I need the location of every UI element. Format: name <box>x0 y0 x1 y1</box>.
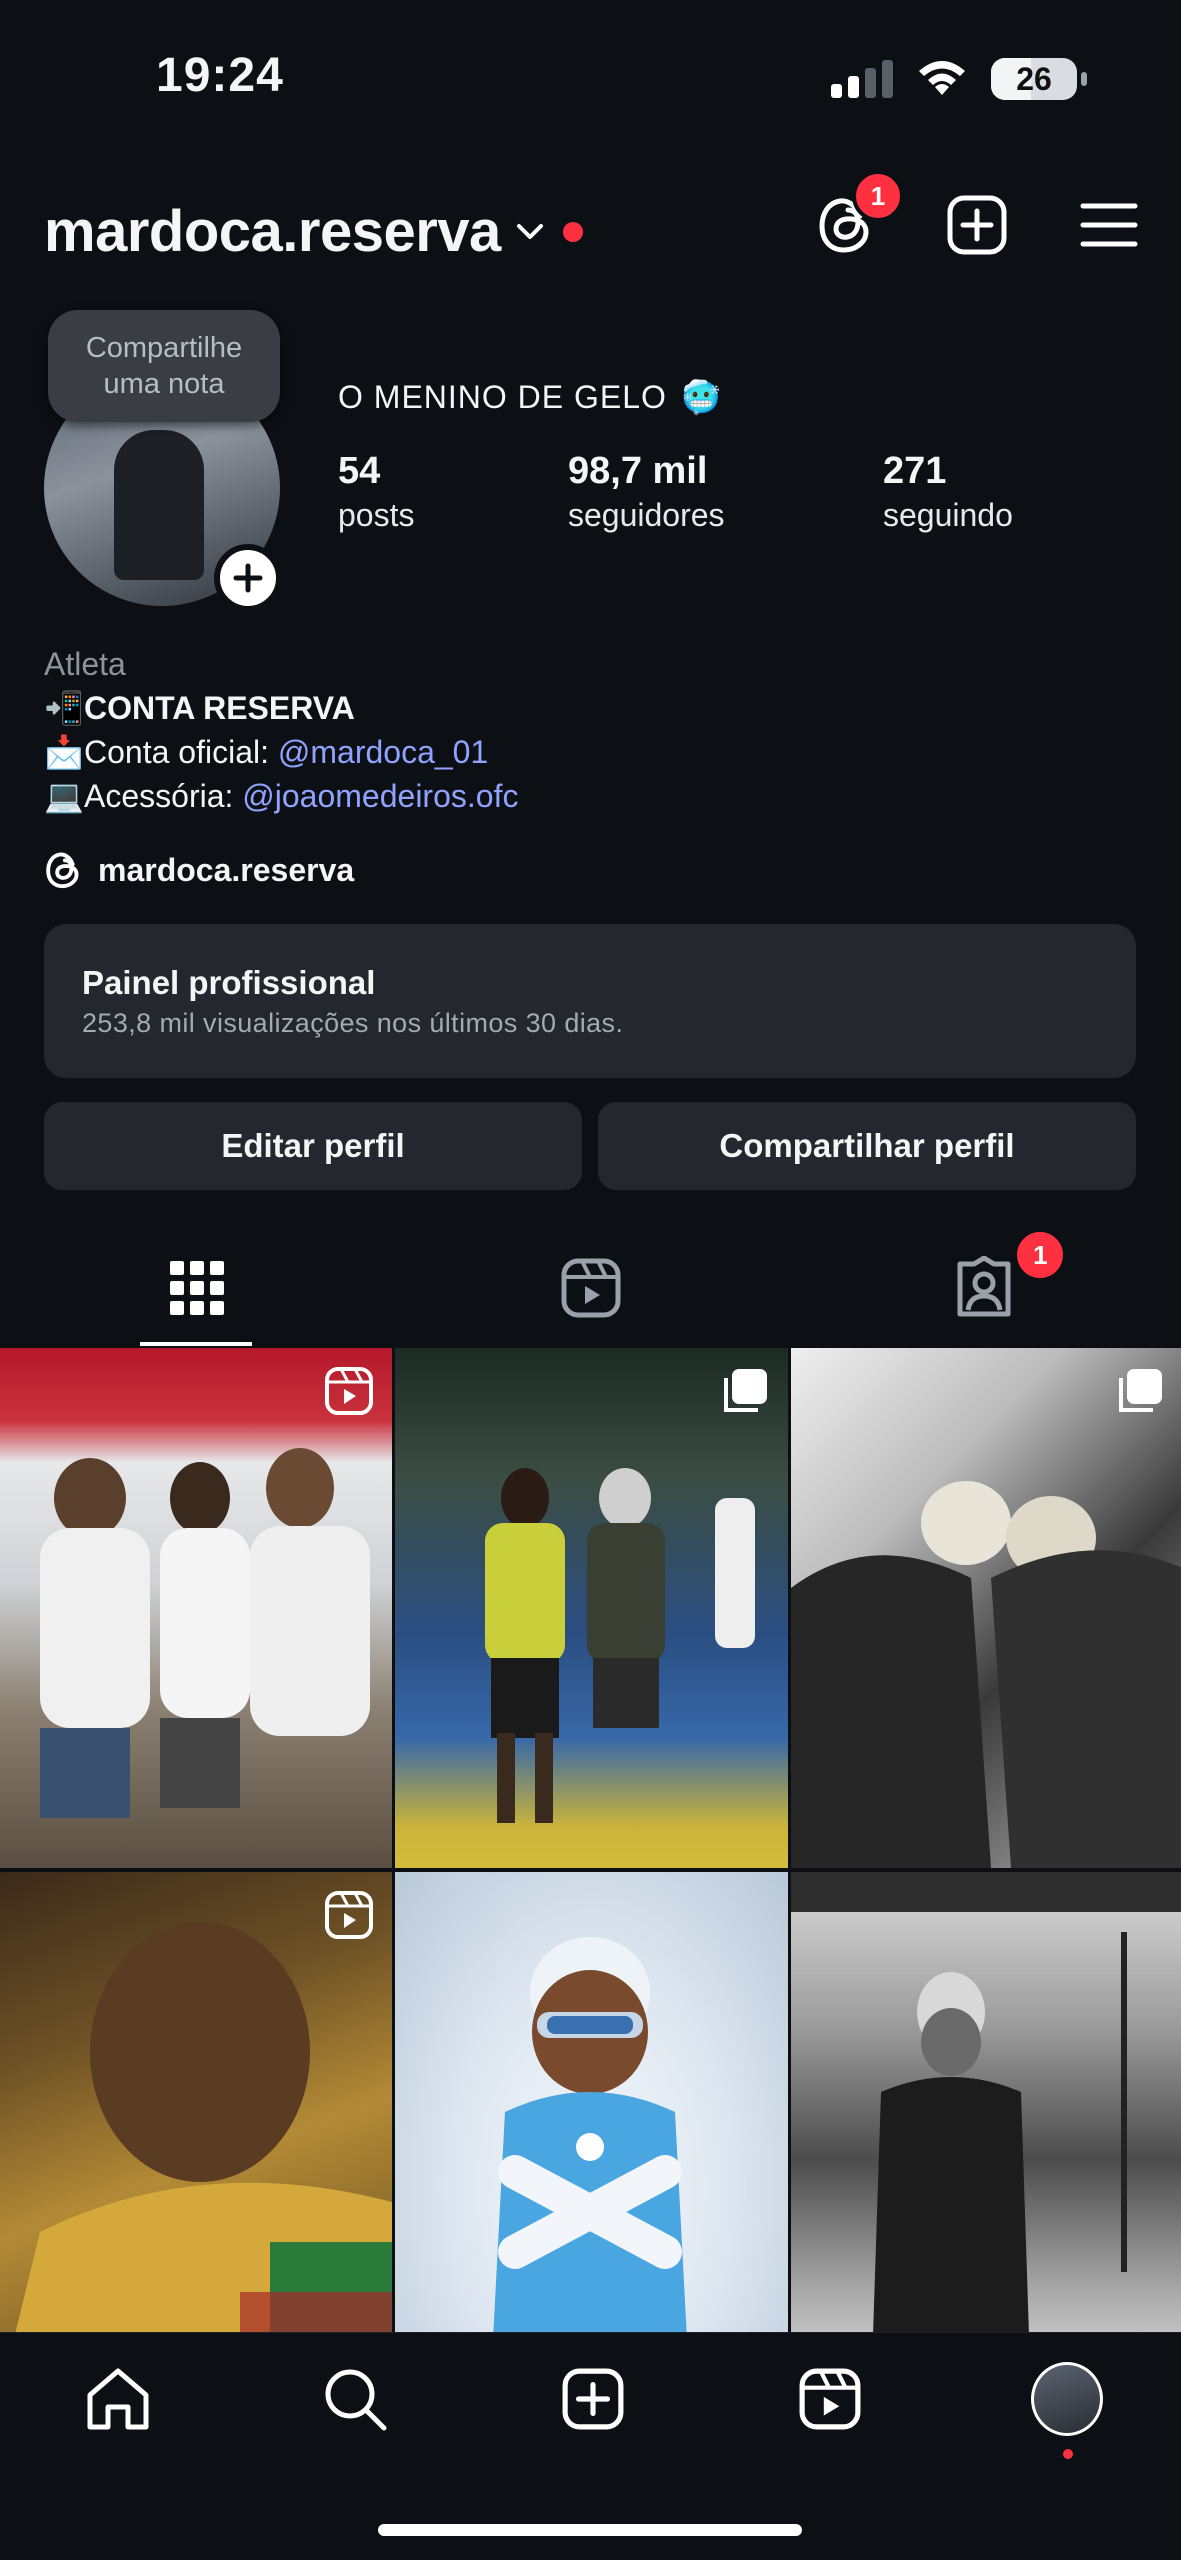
profile-name: O MENINO DE GELO 🥶 <box>338 378 722 416</box>
post-thumbnail[interactable] <box>395 1348 788 1868</box>
threads-profile-link[interactable]: mardoca.reserva <box>44 850 354 890</box>
header-actions: 1 <box>810 170 1144 260</box>
stat-label: posts <box>338 497 415 533</box>
wifi-icon <box>919 61 965 95</box>
reel-icon <box>325 1367 373 1415</box>
home-icon <box>87 2368 149 2430</box>
ice-character-illustration <box>490 1937 690 2396</box>
status-bar: 19:24 26 <box>0 0 1181 150</box>
nav-reels[interactable] <box>794 2363 866 2435</box>
mention-link-official[interactable]: @mardoca_01 <box>278 734 488 770</box>
bio-line-2-prefix: Conta oficial: <box>84 734 278 770</box>
bio-line-1: 📲CONTA RESERVA <box>44 686 518 730</box>
tagged-person-icon <box>957 1256 1011 1317</box>
chevron-down-icon <box>516 223 543 239</box>
nav-home[interactable] <box>82 2363 154 2435</box>
note-bubble[interactable]: Compartilhe uma nota <box>48 310 280 422</box>
laptop-emoji: 💻 <box>44 778 84 814</box>
cold-face-emoji: 🥶 <box>680 379 722 415</box>
tab-reels[interactable] <box>394 1230 788 1346</box>
search-icon <box>325 2369 387 2431</box>
notification-dot <box>562 221 583 242</box>
threads-icon <box>46 852 79 889</box>
stat-value: 54 <box>338 450 381 492</box>
home-indicator[interactable] <box>378 2524 802 2536</box>
nav-avatar <box>1031 2362 1103 2436</box>
add-story-button[interactable] <box>214 544 282 612</box>
bio-category: Atleta <box>44 646 126 682</box>
posts-grid <box>0 1348 1181 2398</box>
hug-photo <box>791 1481 1181 1868</box>
profile-header: mardoca.reserva 1 <box>44 170 1144 270</box>
nav-profile[interactable] <box>1031 2362 1103 2459</box>
status-icons: 26 <box>831 58 1087 100</box>
threads-link-label: mardoca.reserva <box>98 851 355 888</box>
hamburger-menu-icon <box>1080 203 1138 247</box>
profile-stats: 54 posts 98,7 mil seguidores 271 seguind… <box>338 450 1013 534</box>
battery-indicator: 26 <box>991 58 1087 100</box>
nav-search[interactable] <box>319 2363 391 2435</box>
post-thumbnail[interactable] <box>395 1872 788 2396</box>
threads-badge: 1 <box>852 170 904 222</box>
share-profile-button[interactable]: Compartilhar perfil <box>598 1102 1136 1190</box>
reel-icon <box>325 1891 373 1939</box>
dashboard-title: Painel profissional <box>82 964 376 1001</box>
carousel-icon <box>1119 1369 1162 1412</box>
bio-line-3: 💻Acessória: @joaomedeiros.ofc <box>44 774 518 818</box>
stat-value: 271 <box>883 450 947 492</box>
edit-profile-button[interactable]: Editar perfil <box>44 1102 582 1190</box>
nav-create[interactable] <box>557 2363 629 2435</box>
menu-button[interactable] <box>1074 190 1144 260</box>
mention-link-advisor[interactable]: @joaomedeiros.ofc <box>242 778 518 814</box>
phone-emoji: 📲 <box>44 690 84 726</box>
grid-icon <box>169 1261 224 1315</box>
carousel-icon <box>724 1369 767 1412</box>
tab-tagged[interactable]: 1 <box>787 1228 1181 1346</box>
bio-line-3-prefix: Acessória: <box>84 778 243 814</box>
envelope-emoji: 📩 <box>44 734 84 770</box>
bio: Atleta 📲CONTA RESERVA 📩Conta oficial: @m… <box>44 642 518 818</box>
stat-posts[interactable]: 54 posts <box>338 450 568 534</box>
plus-square-icon <box>562 2368 623 2430</box>
account-switcher[interactable]: mardoca.reserva <box>44 198 583 265</box>
profile-name-text: O MENINO DE GELO <box>338 378 667 415</box>
threads-button[interactable]: 1 <box>810 170 904 260</box>
reels-icon <box>799 2368 861 2430</box>
username: mardoca.reserva <box>44 199 501 264</box>
reels-icon <box>561 1258 620 1318</box>
battery-level: 26 <box>1016 60 1052 97</box>
plus-square-icon <box>947 195 1007 255</box>
cellular-signal-icon <box>831 60 893 98</box>
post-thumbnail[interactable] <box>0 1348 392 1868</box>
post-thumbnail[interactable] <box>791 1348 1181 1868</box>
content-tabs: 1 <box>0 1228 1181 1346</box>
stat-label: seguidores <box>568 497 725 533</box>
bio-line-1-text: CONTA RESERVA <box>84 690 355 726</box>
post-thumbnail[interactable] <box>791 1872 1181 2396</box>
bottom-navigation <box>0 2332 1181 2560</box>
stat-value: 98,7 mil <box>568 450 708 492</box>
group-photo <box>40 1448 370 1818</box>
profile-actions: Editar perfil Compartilhar perfil <box>44 1102 1136 1190</box>
note-text-line1: Compartilhe <box>85 332 243 364</box>
plus-icon <box>233 563 263 593</box>
player-celebration-photo <box>791 1872 1181 2396</box>
avatar-area: Compartilhe uma nota <box>44 310 284 612</box>
note-text-line2: uma nota <box>103 368 225 400</box>
notification-dot <box>1063 2449 1073 2459</box>
post-thumbnail[interactable] <box>0 1872 392 2396</box>
bio-line-2: 📩Conta oficial: @mardoca_01 <box>44 730 518 774</box>
status-time: 19:24 <box>156 49 284 102</box>
dashboard-subtitle: 253,8 mil visualizações nos últimos 30 d… <box>82 1008 624 1038</box>
portrait-photo <box>0 1922 392 2396</box>
stat-following[interactable]: 271 seguindo <box>883 450 1013 534</box>
stat-label: seguindo <box>883 497 1013 533</box>
create-button[interactable] <box>942 190 1012 260</box>
stat-followers[interactable]: 98,7 mil seguidores <box>568 450 883 534</box>
tab-posts-grid[interactable] <box>0 1230 394 1346</box>
tagged-badge: 1 <box>1013 1228 1068 1282</box>
players-photo <box>485 1468 755 1823</box>
professional-dashboard[interactable]: Painel profissional 253,8 mil visualizaç… <box>44 924 1136 1078</box>
